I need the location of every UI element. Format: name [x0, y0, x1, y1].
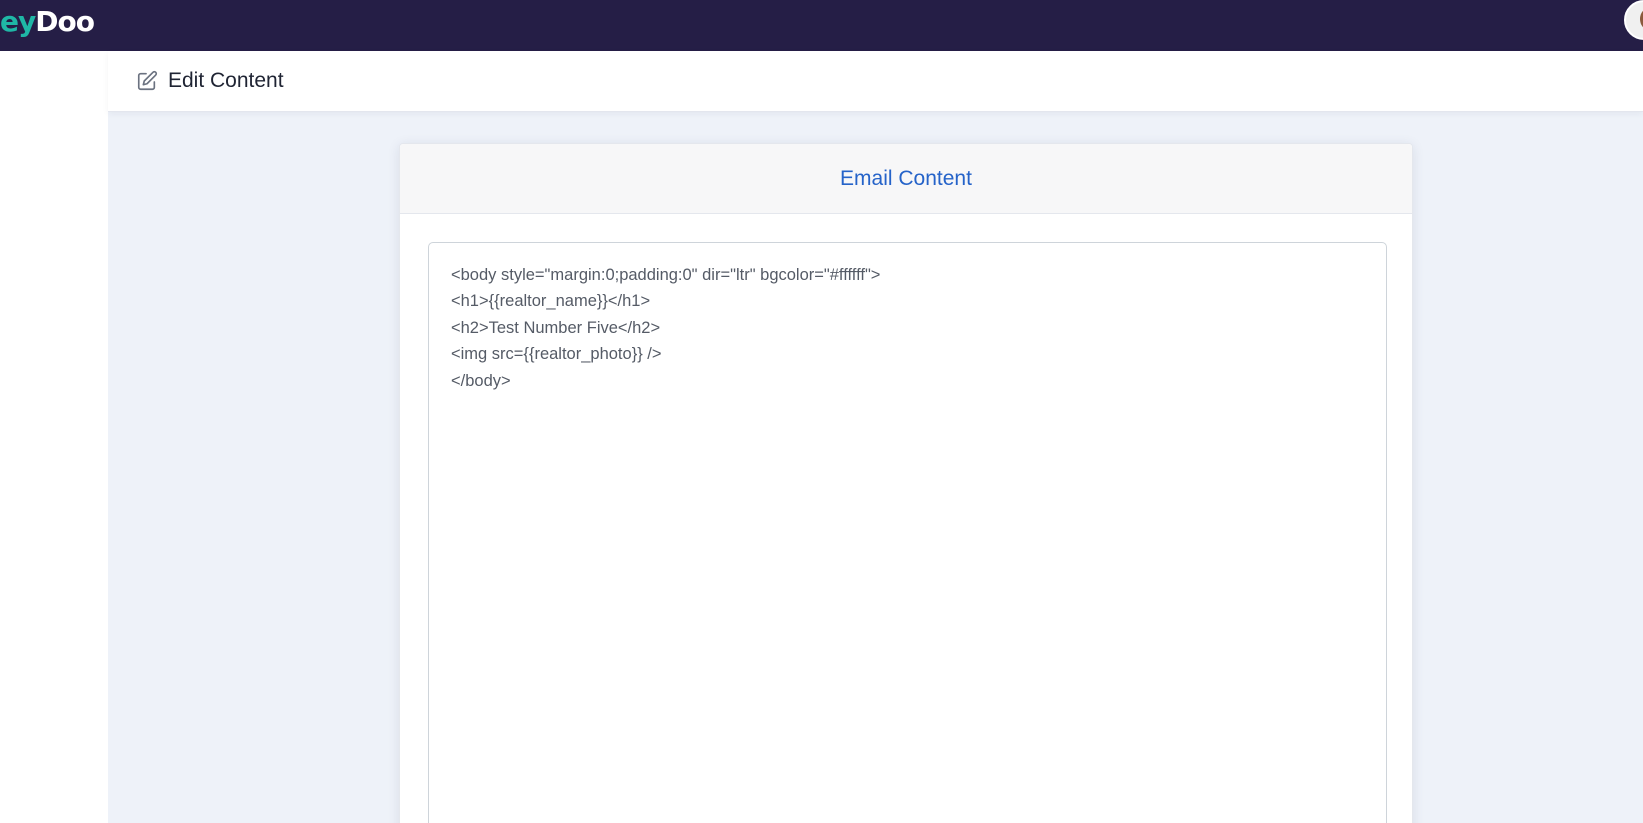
email-content-editor[interactable]: <body style="margin:0;padding:0" dir="lt…: [428, 242, 1387, 823]
card-header: Email Content: [400, 144, 1412, 214]
logo-text-main: Doo: [35, 5, 95, 38]
main-content: Edit Content Email Content <body style="…: [108, 51, 1643, 823]
edit-icon: [137, 70, 158, 91]
email-content-card: Email Content <body style="margin:0;padd…: [399, 143, 1413, 823]
sidebar: [0, 51, 108, 823]
page-header: Edit Content: [108, 51, 1643, 112]
card-title: Email Content: [840, 167, 972, 190]
app-logo[interactable]: eyDoo: [0, 2, 95, 42]
user-avatar[interactable]: [1624, 0, 1643, 40]
top-navbar: eyDoo: [0, 0, 1643, 51]
logo-text-accent: ey: [0, 5, 36, 38]
page-title: Edit Content: [168, 69, 284, 92]
